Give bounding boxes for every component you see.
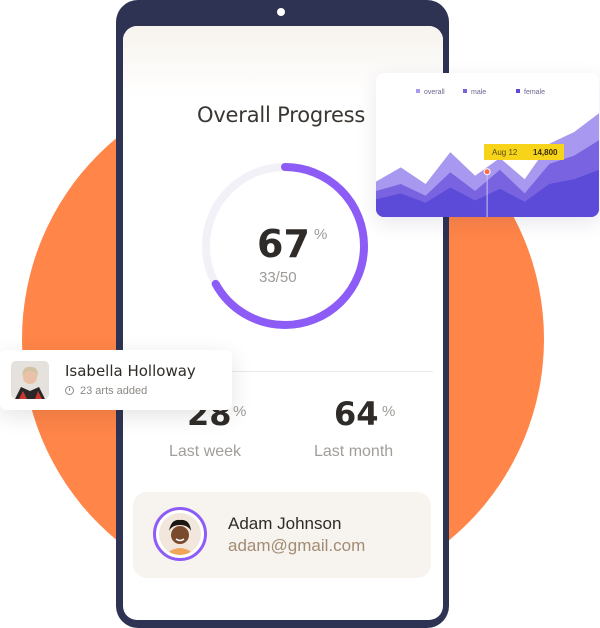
clock-icon <box>65 386 74 395</box>
legend-label-overall: overall <box>424 89 445 96</box>
tooltip-value: 14,800 <box>533 148 558 157</box>
avatar[interactable] <box>11 361 49 399</box>
stat-last-month-unit: % <box>382 403 396 420</box>
user-email: adam@gmail.com <box>228 536 366 555</box>
stat-last-month-value: 64 <box>334 395 379 433</box>
stat-last-week-unit: % <box>233 403 247 420</box>
legend-swatch-overall <box>416 89 420 93</box>
profile-subtitle: 23 arts added <box>80 385 148 397</box>
legend-label-female: female <box>524 89 545 96</box>
chart-legend: overall male female <box>416 89 545 96</box>
legend-label-male: male <box>471 89 486 96</box>
avatar[interactable] <box>153 507 207 561</box>
person-avatar-icon <box>159 513 201 555</box>
chart-card: overall male female Aug 12 14,800 <box>376 73 599 217</box>
chart-cursor-dot <box>483 168 491 176</box>
user-name: Adam Johnson <box>228 514 342 533</box>
profile-card[interactable]: Isabella Holloway 23 arts added <box>0 350 232 410</box>
tooltip-date: Aug 12 <box>492 148 518 157</box>
legend-swatch-female <box>516 89 520 93</box>
user-card[interactable]: Adam Johnson adam@gmail.com <box>133 492 431 578</box>
progress-ratio: 33/50 <box>259 269 297 286</box>
camera-dot <box>277 8 285 16</box>
progress-percent-unit: % <box>314 226 328 243</box>
stat-last-week-label: Last week <box>169 443 242 460</box>
progress-percent: 67 <box>257 222 310 266</box>
person-avatar-icon <box>11 361 49 399</box>
chart-tooltip: Aug 12 14,800 <box>484 144 564 160</box>
profile-name: Isabella Holloway <box>65 362 196 380</box>
stat-last-month-label: Last month <box>314 443 394 460</box>
profile-subtitle-row: 23 arts added <box>65 385 147 397</box>
page-title: Overall Progress <box>197 103 366 127</box>
legend-swatch-male <box>463 89 467 93</box>
area-chart: overall male female Aug 12 14,800 <box>376 89 599 217</box>
